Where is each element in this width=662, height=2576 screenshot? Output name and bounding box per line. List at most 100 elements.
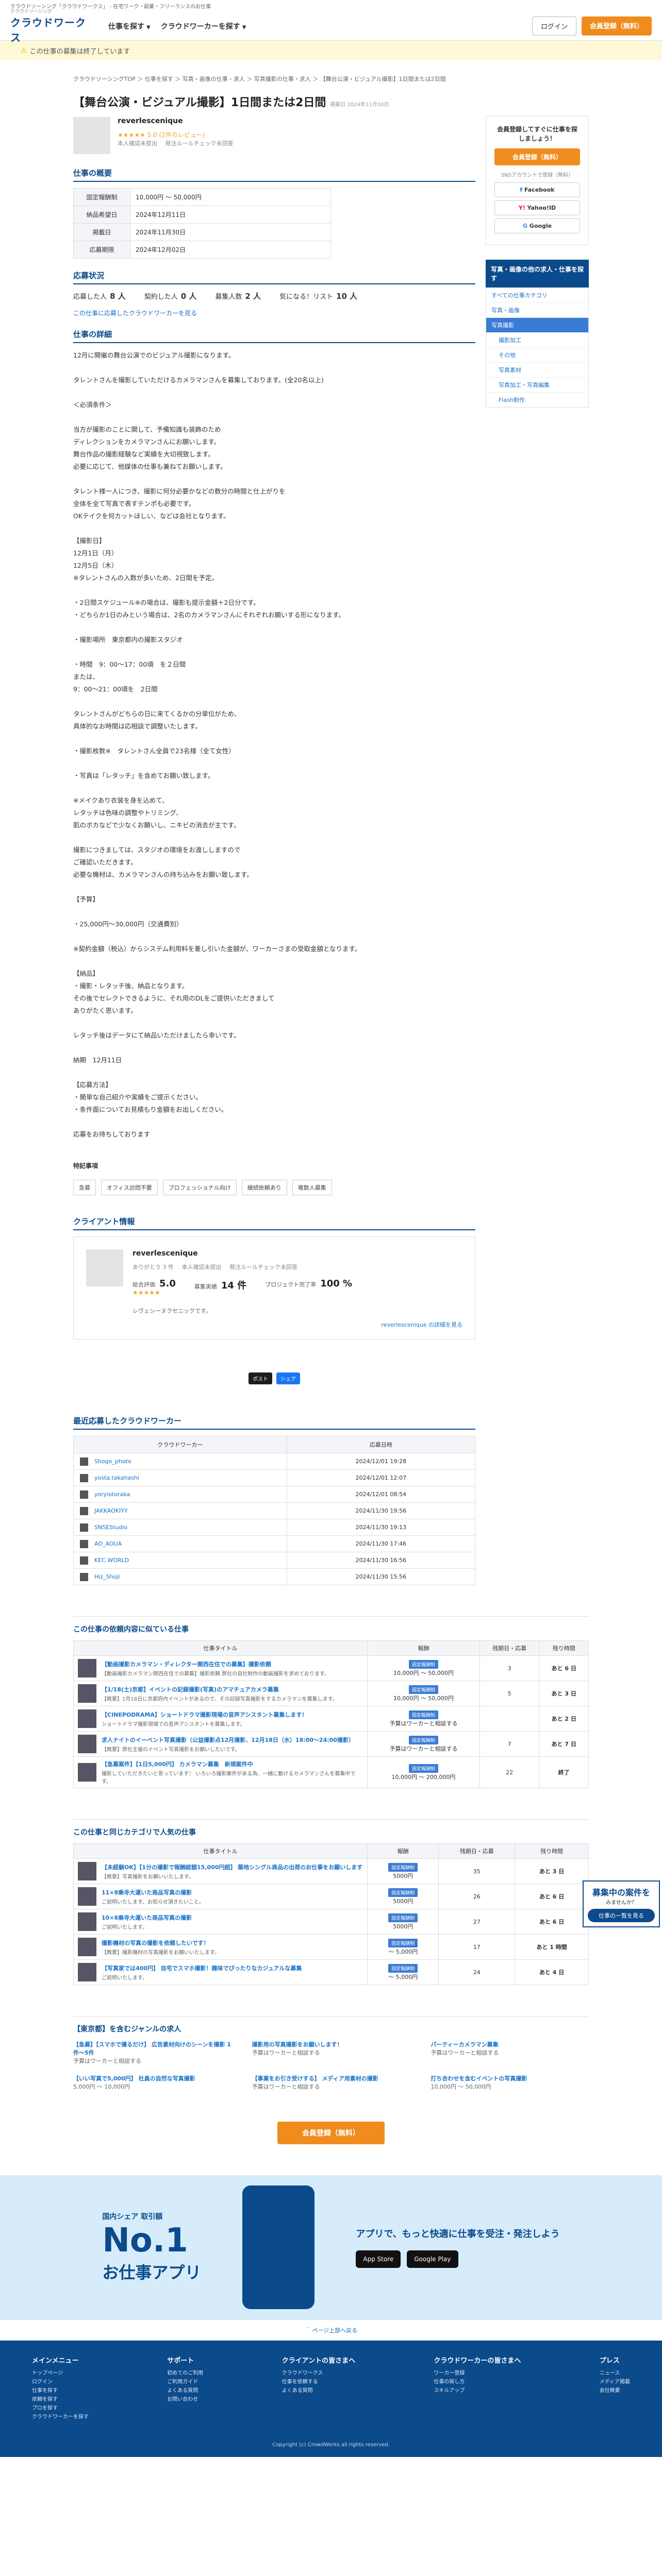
google-play-badge[interactable]: Google Play xyxy=(407,2250,458,2268)
job-title-link[interactable]: 撮影用の写真撮影をお願いします！ xyxy=(252,2040,410,2048)
category-item[interactable]: 写真加工・写真編集 xyxy=(486,377,588,392)
register-box: 会員登録してすぐに仕事を探しましょう！ 会員登録（無料） SNSアカウントで登録… xyxy=(486,116,589,245)
floating-ad-button[interactable]: 仕事の一覧を見る xyxy=(588,1909,655,1922)
apply-count: 5 xyxy=(479,1681,540,1706)
nav-find-worker[interactable]: クラウドワーカーを探す ▼ xyxy=(161,21,246,31)
job-title-link[interactable]: 【急募案件】【1日5,000円】 カメラマン募集 新規案件中 xyxy=(102,1760,363,1768)
job-title-link[interactable]: 【急募】【スマホで撮るだけ】 広告素材向けのシーンを撮影 1件〜5件 xyxy=(73,2040,231,2057)
avatar[interactable] xyxy=(80,1539,88,1548)
job-title-link[interactable]: 10×8乗寺大運いた商品写真の撮影 xyxy=(102,1913,192,1922)
footer-link[interactable]: スキルアップ xyxy=(434,2386,521,2395)
footer-link[interactable]: 仕事を依頼する xyxy=(282,2378,355,2386)
facebook-share-button[interactable]: シェア xyxy=(276,1372,300,1384)
avatar[interactable] xyxy=(80,1473,88,1482)
job-title-link[interactable]: 【動画撮影カメラマン・ディレクター関西在住での募集】撮影依頼 xyxy=(102,1660,329,1668)
column-header: 報酬 xyxy=(367,1640,480,1656)
job-title-link[interactable]: 求人ナイトのイーベント写真撮影（公益撮影点12月撮影、12月18日（水）18:0… xyxy=(102,1736,354,1744)
footer-link[interactable]: 会社概要 xyxy=(600,2386,630,2395)
job-title-link[interactable]: 【CINEPODRAMA】ショートドラマ撮影現場の音声アシスタント募集します！ xyxy=(102,1710,307,1719)
footer-link[interactable]: ご利用ガイド xyxy=(167,2378,203,2386)
avatar[interactable] xyxy=(86,1249,123,1286)
page-top-link[interactable]: ＾ ページ上部へ戻る xyxy=(0,2319,662,2341)
category-item[interactable]: 写真撮影 xyxy=(486,317,588,332)
google-register-button[interactable]: G Google xyxy=(494,218,580,233)
client-detail-link[interactable]: reverlescenique の詳細を見る xyxy=(382,1320,462,1329)
worker-name[interactable]: Shogo_photo xyxy=(94,1458,131,1465)
category-item[interactable]: Flash制作 xyxy=(486,392,588,407)
applicants-link[interactable]: この仕事に応募したクラウドワーカーを見る xyxy=(73,310,197,317)
breadcrumb[interactable]: クラウドソーシングTOP ＞ 仕事を探す ＞ 写真・画像の仕事・求人 ＞ 写真撮… xyxy=(73,75,589,83)
table-row: 10×8乗寺大運いた商品写真の撮影 ご説明いたします。 固定報酬制 5000円 27 あと… xyxy=(73,1909,589,1935)
category-item[interactable]: 写真・画像 xyxy=(486,302,588,317)
footer-link[interactable]: プロを探す xyxy=(32,2404,89,2413)
footer-link[interactable]: 仕事を探す xyxy=(32,2386,89,2395)
footer-link[interactable]: トップページ xyxy=(32,2369,89,2378)
posted-date: 掲載日 2024年11月30日 xyxy=(330,102,389,108)
table-row: SNSEStudio 2024/11/30 19:13 xyxy=(73,1519,476,1536)
fee-value: 予算はワーカーと相談する xyxy=(252,2083,320,2090)
register-button[interactable]: 会員登録（無料） xyxy=(494,148,580,165)
worker-name[interactable]: yosta.takahashi xyxy=(94,1475,139,1481)
login-button[interactable]: ログイン xyxy=(532,16,576,36)
client-info-box: reverlescenique ありがとう 3 件 本人確認未提出 発注ルールチ… xyxy=(73,1236,475,1340)
worker-name[interactable]: yoryiotoraka xyxy=(94,1491,130,1498)
footer-link[interactable]: 依頼を探す xyxy=(32,2395,89,2404)
avatar[interactable] xyxy=(80,1457,88,1466)
register-cta-button[interactable]: 会員登録（無料） xyxy=(277,2122,385,2144)
job-title-link[interactable]: 【未経験OK】【1分の撮影で報酬総額15,000円超】 築地シングル商品の出荷の… xyxy=(102,1863,362,1871)
job-title-link[interactable]: パーティーカメラマン募集 xyxy=(431,2040,589,2048)
job-title-link[interactable]: 【いい写真で5,000円】 社員の自然な写真撮影 xyxy=(73,2074,231,2082)
job-title-link[interactable]: 撮影機材の写真の撮影を依頼したいです！ xyxy=(102,1939,220,1947)
footer-link[interactable]: クラウドワーカーを探す xyxy=(32,2413,89,2421)
detail-line: ・2日間スケジュール※の場合は、撮影も提示金額＋2日分です。 xyxy=(73,599,260,606)
avatar[interactable] xyxy=(80,1490,88,1499)
footer-link[interactable]: ワーカー登録 xyxy=(434,2369,521,2378)
job-title-link[interactable]: 【1/18(土)京都】イベントの記録撮影(写真)のアマチュアカメラ募集 xyxy=(102,1685,338,1693)
worker-name[interactable]: JAKKAOKIYY xyxy=(94,1507,128,1514)
x-share-button[interactable]: ポスト xyxy=(249,1372,272,1384)
footer-link[interactable]: よくある質問 xyxy=(282,2386,355,2395)
footer-link[interactable]: メディア掲載 xyxy=(600,2378,630,2386)
fee-value: 5000円 xyxy=(393,1923,413,1930)
fee-value: 10,000円 〜 50,000円 xyxy=(393,1669,454,1676)
category-item[interactable]: 撮影加工 xyxy=(486,332,588,347)
nav-find-work[interactable]: 仕事を探す ▼ xyxy=(108,21,151,31)
job-description: 撮影していただきたいと思っています！ いろいろ撮影案件がある為、一緒に動けるカメ… xyxy=(102,1771,356,1785)
facebook-register-button[interactable]: f Facebook xyxy=(494,182,580,197)
category-item[interactable]: 写真素材 xyxy=(486,362,588,377)
apply-date: 2024/12/01 12:07 xyxy=(286,1469,476,1486)
footer-link[interactable]: クラウドワークス xyxy=(282,2369,355,2378)
job-title-link[interactable]: 11×8乗寺大運いた商品写真の撮影 xyxy=(102,1888,204,1896)
site-logo[interactable]: クラウドソーシング クラウドワークス xyxy=(10,8,88,44)
avatar[interactable] xyxy=(80,1506,88,1515)
footer-link[interactable]: お問い合わせ xyxy=(167,2395,203,2404)
detail-line xyxy=(73,584,475,597)
client-name[interactable]: reverlescenique xyxy=(133,1249,352,1258)
footer-link[interactable]: よくある質問 xyxy=(167,2386,203,2395)
client-name[interactable]: reverlescenique xyxy=(118,117,240,125)
worker-name[interactable]: AO_AOUA xyxy=(94,1540,122,1547)
category-item[interactable]: すべての仕事カテゴリ xyxy=(486,287,588,302)
avatar[interactable] xyxy=(80,1523,88,1532)
yahoo-register-button[interactable]: Y! Yahoo!ID xyxy=(494,200,580,215)
job-title-link[interactable]: 打ち合わせを含むイベントの写真撮影 xyxy=(431,2074,589,2082)
floating-ad[interactable]: 募集中の案件を みませんか？ 仕事の一覧を見る xyxy=(583,1880,660,1927)
category-item[interactable]: その他 xyxy=(486,347,588,362)
footer-link[interactable]: 仕事の探し方 xyxy=(434,2378,521,2386)
avatar[interactable] xyxy=(73,117,110,154)
footer-link[interactable]: ニュース xyxy=(600,2369,630,2378)
job-thumbnail xyxy=(78,1684,96,1703)
avatar[interactable] xyxy=(80,1572,88,1581)
avatar[interactable] xyxy=(80,1556,88,1565)
fee-value: 10,000円 〜 50,000円 xyxy=(431,2083,491,2090)
footer-link[interactable]: 初めてのご利用 xyxy=(167,2369,203,2378)
job-title-link[interactable]: 【事業をお引き受けする】 メディア用素材の撮影 xyxy=(252,2074,410,2082)
job-title-link[interactable]: 【写真家では400円】 自宅でスマホ撮影！趣味でぴったりなカジュアルな募集 xyxy=(102,1964,302,1972)
footer-link[interactable]: ログイン xyxy=(32,2378,89,2386)
register-button[interactable]: 会員登録（無料） xyxy=(581,16,652,36)
detail-line xyxy=(73,696,475,708)
worker-name[interactable]: KEC WORLD xyxy=(94,1557,129,1564)
worker-name[interactable]: SNSEStudio xyxy=(94,1524,127,1531)
app-store-badge[interactable]: App Store xyxy=(356,2250,401,2268)
worker-name[interactable]: Hiz_Shoji xyxy=(94,1573,120,1580)
